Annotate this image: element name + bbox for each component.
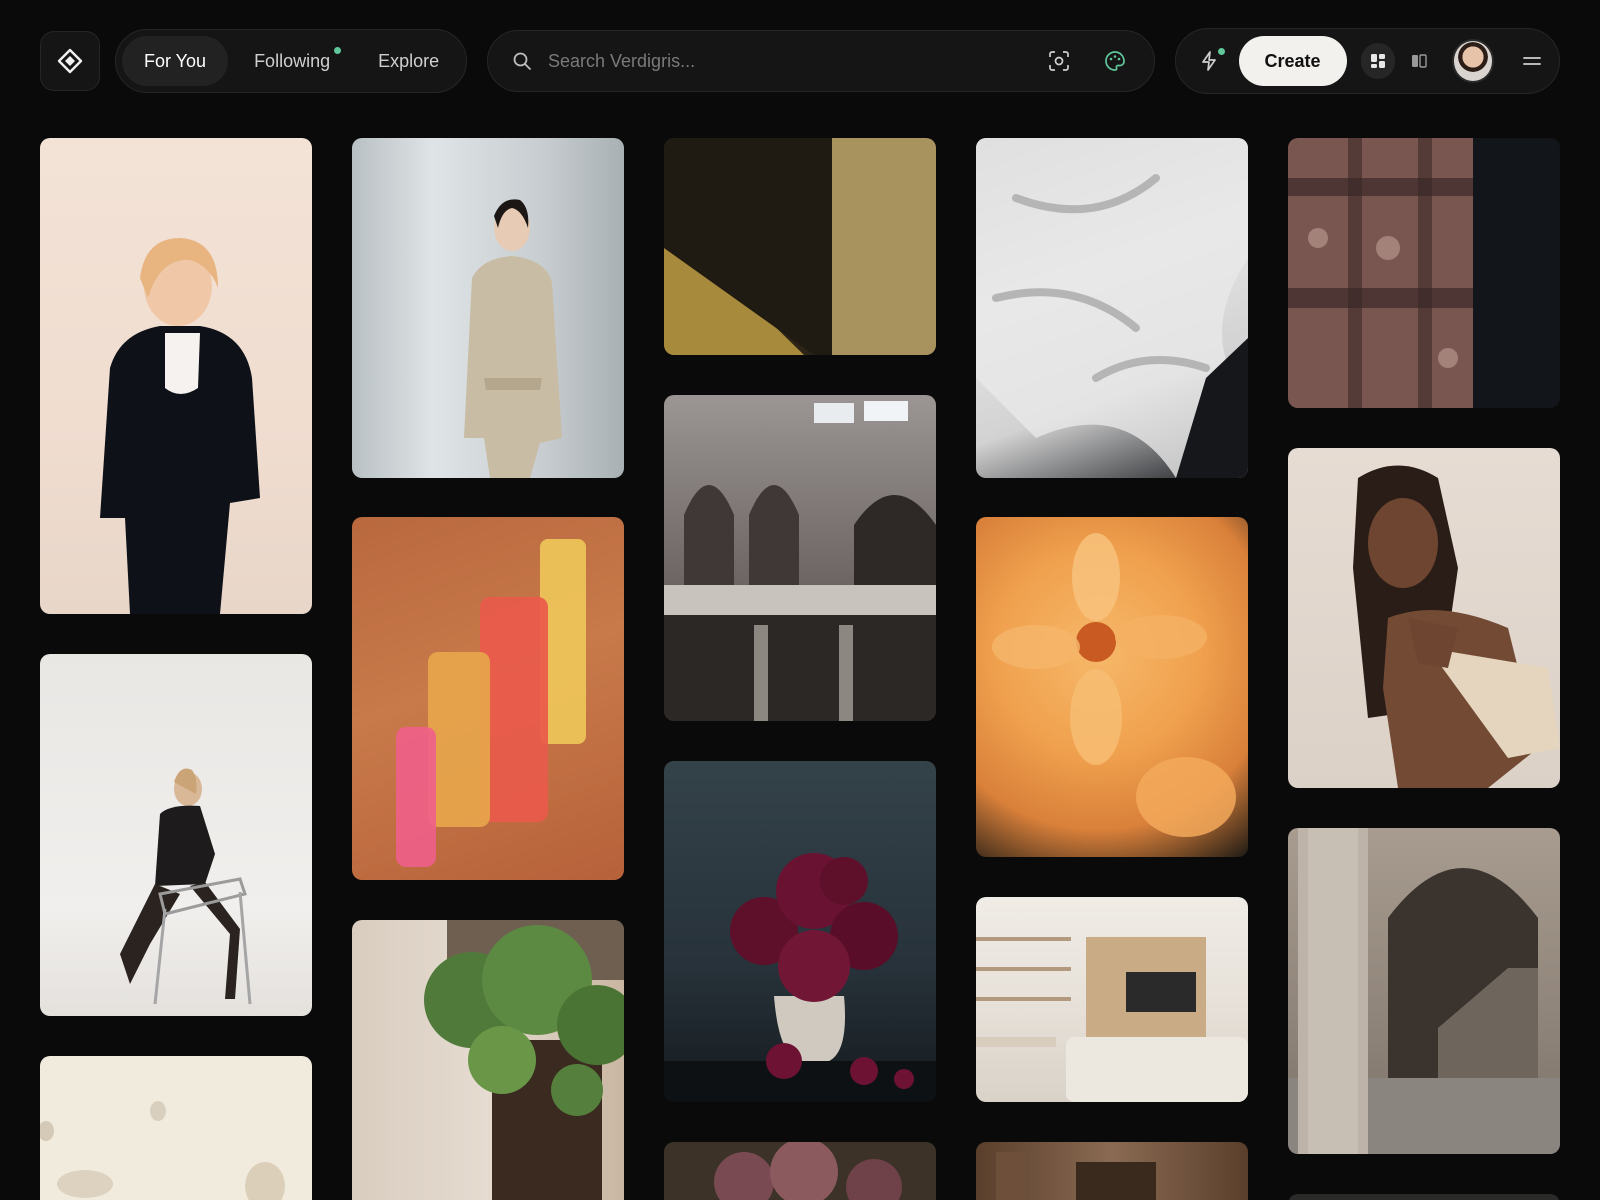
- menu-button[interactable]: [1512, 41, 1551, 81]
- arched-atrium-photo[interactable]: [664, 395, 936, 721]
- notification-dot: [334, 47, 342, 54]
- search-input[interactable]: [548, 50, 1022, 72]
- dried-flowers-photo[interactable]: [664, 1142, 936, 1200]
- minimal-living-room-photo[interactable]: [976, 897, 1248, 1102]
- white-linen-sheets-photo[interactable]: [976, 138, 1248, 478]
- home-logo-button[interactable]: [40, 31, 100, 91]
- tab-for-you[interactable]: For You: [122, 36, 229, 86]
- partial-photo[interactable]: [1288, 1194, 1560, 1200]
- visual-search-icon: [1049, 51, 1069, 71]
- grid-view-icon: [1370, 54, 1385, 68]
- gold-texture-shadow-photo[interactable]: [664, 138, 936, 355]
- ceramic-objects-photo[interactable]: [40, 1056, 312, 1200]
- create-button[interactable]: Create: [1238, 36, 1347, 86]
- avatar[interactable]: [1451, 39, 1495, 83]
- tab-explore[interactable]: Explore: [356, 36, 461, 86]
- visual-search-button[interactable]: [1040, 42, 1078, 80]
- wooden-interior-photo[interactable]: [976, 1142, 1248, 1200]
- abstract-orange-painting[interactable]: [352, 517, 624, 880]
- woman-beige-jumpsuit-photo[interactable]: [352, 138, 624, 478]
- ivy-doorway-photo[interactable]: [352, 920, 624, 1200]
- search-bar: [487, 30, 1155, 92]
- lightning-icon: [1202, 51, 1217, 71]
- palette-button[interactable]: [1096, 42, 1134, 80]
- activity-button[interactable]: [1190, 41, 1229, 81]
- tab-label: For You: [144, 50, 207, 71]
- stone-column-archway-photo[interactable]: [1288, 828, 1560, 1154]
- woman-chair-photo[interactable]: [40, 654, 312, 1016]
- woman-braids-portrait-photo[interactable]: [1288, 448, 1560, 788]
- grid-view-button[interactable]: [1360, 43, 1396, 79]
- palette-icon: [1105, 51, 1125, 71]
- split-view-button[interactable]: [1401, 43, 1436, 79]
- search-icon: [513, 52, 531, 70]
- notification-dot: [1217, 48, 1225, 55]
- split-view-icon: [1411, 54, 1427, 68]
- burgundy-flowers-vase-photo[interactable]: [664, 761, 936, 1102]
- header-actions: Create: [1175, 28, 1560, 94]
- orange-dahlia-photo[interactable]: [976, 517, 1248, 857]
- tab-following[interactable]: Following: [232, 36, 352, 86]
- woman-black-blazer-photo[interactable]: [40, 138, 312, 614]
- diamond-logo-icon: [57, 48, 83, 74]
- feed-tabs: For You Following Explore: [115, 29, 467, 93]
- tab-label: Following: [254, 50, 331, 71]
- tab-label: Explore: [378, 50, 440, 71]
- window-shadow-wall-photo[interactable]: [1288, 138, 1560, 408]
- menu-icon: [1522, 57, 1541, 65]
